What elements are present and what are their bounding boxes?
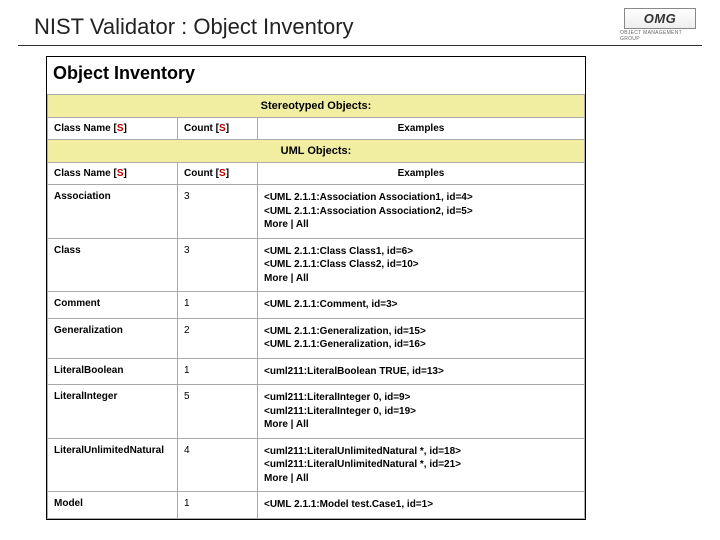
sort-count-2[interactable]: [S] (216, 168, 229, 179)
examples-cell: <UML 2.1.1:Association Association1, id=… (258, 185, 585, 239)
example-item: <uml211:LiteralInteger 0, id=9> (264, 391, 578, 405)
col-count-2[interactable]: Count [S] (178, 163, 258, 185)
section-stereotyped: Stereotyped Objects: (48, 95, 585, 118)
example-item: <UML 2.1.1:Association Association1, id=… (264, 191, 578, 205)
more-all-links: More | All (264, 218, 578, 232)
example-item: <uml211:LiteralBoolean TRUE, id=13> (264, 365, 578, 379)
slide-title: NIST Validator : Object Inventory (34, 14, 354, 40)
more-all-links: More | All (264, 418, 578, 432)
col-count[interactable]: Count [S] (178, 118, 258, 140)
omg-logo-main: OMG (624, 8, 696, 29)
class-name-cell: Class (48, 238, 178, 292)
count-cell: 1 (178, 492, 258, 519)
all-link[interactable]: All (296, 473, 309, 484)
examples-cell: <UML 2.1.1:Class Class1, id=6><UML 2.1.1… (258, 238, 585, 292)
count-cell: 4 (178, 438, 258, 492)
more-link[interactable]: More (264, 273, 288, 284)
count-cell: 5 (178, 385, 258, 439)
count-cell: 1 (178, 292, 258, 319)
class-name-cell: LiteralBoolean (48, 358, 178, 385)
more-link[interactable]: More (264, 219, 288, 230)
col-count-label-2: Count (184, 168, 213, 179)
more-all-links: More | All (264, 472, 578, 486)
col-class-name-label-2: Class Name (54, 168, 111, 179)
link-separator: | (288, 219, 296, 230)
example-item: <uml211:LiteralInteger 0, id=19> (264, 405, 578, 419)
more-link[interactable]: More (264, 419, 288, 430)
section-stereotyped-label: Stereotyped Objects: (48, 95, 585, 118)
col-count-label: Count (184, 123, 213, 134)
column-headers-1: Class Name [S] Count [S] Examples (48, 118, 585, 140)
examples-cell: <uml211:LiteralBoolean TRUE, id=13> (258, 358, 585, 385)
link-separator: | (288, 273, 296, 284)
example-item: <uml211:LiteralUnlimitedNatural *, id=18… (264, 445, 578, 459)
sort-class-name[interactable]: [S] (113, 123, 126, 134)
table-row: Class3<UML 2.1.1:Class Class1, id=6><UML… (48, 238, 585, 292)
example-item: <UML 2.1.1:Class Class1, id=6> (264, 245, 578, 259)
col-class-name-label: Class Name (54, 123, 111, 134)
section-uml-label: UML Objects: (48, 140, 585, 163)
title-underline (18, 45, 702, 46)
examples-cell: <uml211:LiteralUnlimitedNatural *, id=18… (258, 438, 585, 492)
class-name-cell: Generalization (48, 318, 178, 358)
inventory-table: Stereotyped Objects: Class Name [S] Coun… (47, 94, 585, 519)
examples-cell: <UML 2.1.1:Model test.Case1, id=1> (258, 492, 585, 519)
col-examples-2: Examples (258, 163, 585, 185)
class-name-cell: LiteralInteger (48, 385, 178, 439)
table-row: LiteralUnlimitedNatural4 <uml211:LiteralU… (48, 438, 585, 492)
table-row: Comment1 <UML 2.1.1:Comment, id=3> (48, 292, 585, 319)
class-name-cell: Comment (48, 292, 178, 319)
more-link[interactable]: More (264, 473, 288, 484)
class-name-cell: LiteralUnlimitedNatural (48, 438, 178, 492)
link-separator: | (288, 473, 296, 484)
all-link[interactable]: All (296, 419, 309, 430)
omg-logo-sub: OBJECT MANAGEMENT GROUP (620, 30, 700, 42)
example-item: <UML 2.1.1:Generalization, id=15> (264, 325, 578, 339)
all-link[interactable]: All (296, 273, 309, 284)
examples-cell: <uml211:LiteralInteger 0, id=9><uml211:L… (258, 385, 585, 439)
object-inventory-panel: Object Inventory Stereotyped Objects: Cl… (46, 56, 586, 520)
example-item: <UML 2.1.1:Model test.Case1, id=1> (264, 498, 578, 512)
table-row: Model1 <UML 2.1.1:Model test.Case1, id=1> (48, 492, 585, 519)
sort-count[interactable]: [S] (216, 123, 229, 134)
example-item: <UML 2.1.1:Association Association2, id=… (264, 205, 578, 219)
class-name-cell: Association (48, 185, 178, 239)
count-cell: 2 (178, 318, 258, 358)
examples-cell: <UML 2.1.1:Comment, id=3> (258, 292, 585, 319)
col-class-name-2[interactable]: Class Name [S] (48, 163, 178, 185)
more-all-links: More | All (264, 272, 578, 286)
table-row: Association3 <UML 2.1.1:Association Assoc… (48, 185, 585, 239)
class-name-cell: Model (48, 492, 178, 519)
example-item: <uml211:LiteralUnlimitedNatural *, id=21… (264, 458, 578, 472)
col-class-name[interactable]: Class Name [S] (48, 118, 178, 140)
omg-logo: OMG OBJECT MANAGEMENT GROUP (620, 8, 700, 42)
section-uml: UML Objects: (48, 140, 585, 163)
examples-cell: <UML 2.1.1:Generalization, id=15><UML 2.… (258, 318, 585, 358)
column-headers-2: Class Name [S] Count [S] Examples (48, 163, 585, 185)
table-row: LiteralInteger5<uml211:LiteralInteger 0,… (48, 385, 585, 439)
sort-class-name-2[interactable]: [S] (113, 168, 126, 179)
count-cell: 3 (178, 238, 258, 292)
count-cell: 1 (178, 358, 258, 385)
panel-heading: Object Inventory (47, 57, 585, 94)
example-item: <UML 2.1.1:Comment, id=3> (264, 298, 578, 312)
example-item: <UML 2.1.1:Generalization, id=16> (264, 338, 578, 352)
table-row: Generalization2<UML 2.1.1:Generalization… (48, 318, 585, 358)
col-examples: Examples (258, 118, 585, 140)
example-item: <UML 2.1.1:Class Class2, id=10> (264, 258, 578, 272)
table-row: LiteralBoolean1 <uml211:LiteralBoolean TR… (48, 358, 585, 385)
all-link[interactable]: All (296, 219, 309, 230)
count-cell: 3 (178, 185, 258, 239)
link-separator: | (288, 419, 296, 430)
